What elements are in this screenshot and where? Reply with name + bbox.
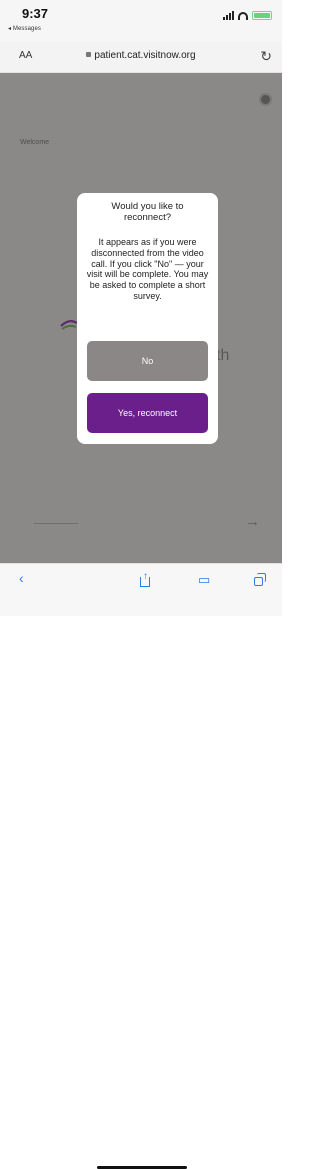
reconnect-dialog: Would you like to reconnect? It appears … xyxy=(77,193,218,444)
reload-icon[interactable]: ↻ xyxy=(260,48,272,65)
arrow-right-icon: → xyxy=(245,513,260,530)
status-icons xyxy=(223,11,272,20)
safari-toolbar: ‹ ↑ ▭ xyxy=(0,563,282,1169)
url-text: patient.cat.visitnow.org xyxy=(94,50,196,61)
yes-reconnect-button[interactable]: Yes, reconnect xyxy=(87,393,208,433)
address-field[interactable]: patient.cat.visitnow.org xyxy=(0,50,282,61)
welcome-text: Welcome xyxy=(20,139,50,146)
status-bar: 9:37 ◂ Messages xyxy=(0,0,282,42)
logo-text: th xyxy=(216,347,230,364)
dialog-message: It appears as if you were disconnected f… xyxy=(86,237,209,301)
tabs-icon[interactable] xyxy=(254,577,263,586)
battery-icon xyxy=(252,11,272,20)
back-to-messages-link[interactable]: ◂ Messages xyxy=(8,25,41,32)
lock-icon xyxy=(86,52,92,57)
status-time: 9:37 xyxy=(22,6,49,21)
input-underline xyxy=(34,523,78,524)
bookmarks-icon[interactable]: ▭ xyxy=(198,572,210,588)
wifi-icon xyxy=(238,11,248,20)
share-icon[interactable]: ↑ xyxy=(140,571,150,587)
cellular-signal-icon xyxy=(223,11,234,20)
back-icon[interactable]: ‹ xyxy=(19,570,24,586)
no-button[interactable]: No xyxy=(87,341,208,381)
safari-address-bar: AA patient.cat.visitnow.org ↻ xyxy=(0,42,282,73)
dialog-title: Would you like to reconnect? xyxy=(111,201,184,223)
settings-gear-icon xyxy=(261,95,270,104)
